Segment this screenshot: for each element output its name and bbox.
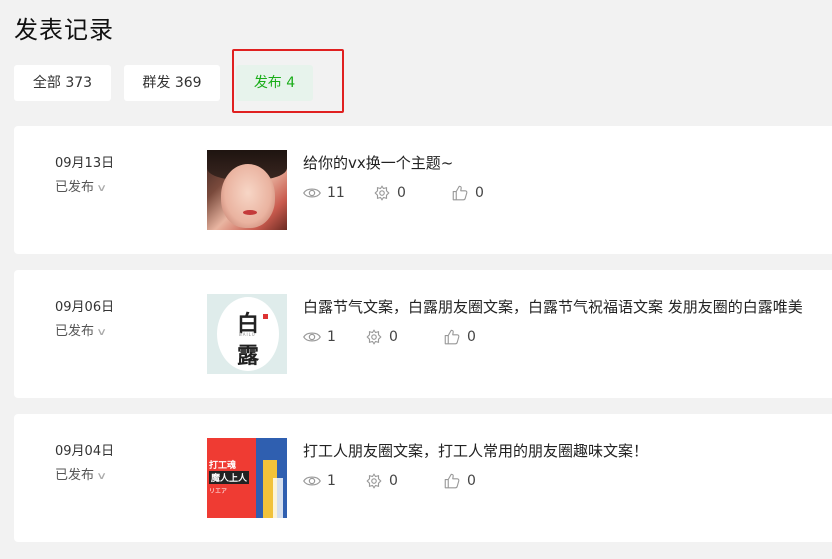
article-thumbnail[interactable]: 打工魂 魔人上人 リエア bbox=[207, 438, 287, 518]
record-card: 09月04日 已发布 ∨ 打工魂 魔人上人 リエア 打工人朋友圈文案，打工人常用的… bbox=[14, 414, 832, 542]
eye-icon bbox=[303, 476, 321, 486]
shares-stat: 0 bbox=[365, 472, 398, 490]
article-thumbnail[interactable]: 白 BAILU 露 bbox=[207, 294, 287, 374]
cover-text-1: 打工魂 bbox=[209, 461, 237, 471]
face-shape bbox=[221, 164, 275, 228]
article-title[interactable]: 给你的vx换一个主题~ bbox=[303, 152, 453, 173]
likes-stat: 0 bbox=[443, 472, 476, 490]
tab-all[interactable]: 全部 373 bbox=[14, 65, 111, 101]
share-gear-icon bbox=[366, 329, 382, 345]
record-date: 09月04日 bbox=[55, 444, 115, 459]
record-date: 09月13日 bbox=[55, 156, 115, 171]
tab-publish[interactable]: 发布 4 bbox=[236, 65, 313, 101]
views-stat: 1 bbox=[303, 328, 336, 346]
shares-stat: 0 bbox=[373, 184, 406, 202]
status-label: 已发布 bbox=[55, 180, 95, 195]
cover-char-2: 露 bbox=[237, 343, 260, 369]
likes-count: 0 bbox=[467, 329, 476, 345]
thumbs-up-icon bbox=[452, 185, 468, 201]
chevron-down-icon: ∨ bbox=[96, 471, 108, 482]
status-dropdown[interactable]: 已发布 ∨ bbox=[55, 464, 108, 483]
article-title[interactable]: 白露节气文案，白露朋友圈文案，白露节气祝福语文案 发朋友圈的白露唯美 bbox=[303, 296, 803, 317]
status-label: 已发布 bbox=[55, 468, 95, 483]
building-shape bbox=[273, 478, 283, 518]
lips-shape bbox=[243, 210, 257, 215]
cover-en-text: BAILU bbox=[239, 332, 256, 337]
seal-mark bbox=[263, 314, 268, 319]
status-label: 已发布 bbox=[55, 324, 95, 339]
page-title: 发表记录 bbox=[14, 16, 114, 44]
thumbs-up-icon bbox=[444, 329, 460, 345]
share-gear-icon bbox=[366, 473, 382, 489]
cover-text-3: リエア bbox=[209, 488, 228, 495]
chevron-down-icon: ∨ bbox=[96, 327, 108, 338]
thumbs-up-icon bbox=[444, 473, 460, 489]
record-card: 09月06日 已发布 ∨ 白 BAILU 露 白露节气文案，白露朋友圈文案，白露节… bbox=[14, 270, 832, 398]
article-thumbnail[interactable] bbox=[207, 150, 287, 230]
views-count: 1 bbox=[327, 473, 336, 489]
record-card: 09月13日 已发布 ∨ 给你的vx换一个主题~ 11 0 0 bbox=[14, 126, 832, 254]
views-count: 1 bbox=[327, 329, 336, 345]
likes-stat: 0 bbox=[451, 184, 484, 202]
views-stat: 11 bbox=[303, 184, 345, 202]
shares-stat: 0 bbox=[365, 328, 398, 346]
likes-count: 0 bbox=[467, 473, 476, 489]
share-gear-icon bbox=[374, 185, 390, 201]
likes-count: 0 bbox=[475, 185, 484, 201]
views-stat: 1 bbox=[303, 472, 336, 490]
shares-count: 0 bbox=[397, 185, 406, 201]
eye-icon bbox=[303, 188, 321, 198]
shares-count: 0 bbox=[389, 473, 398, 489]
chevron-down-icon: ∨ bbox=[96, 183, 108, 194]
eye-icon bbox=[303, 332, 321, 342]
status-dropdown[interactable]: 已发布 ∨ bbox=[55, 176, 108, 195]
record-date: 09月06日 bbox=[55, 300, 115, 315]
likes-stat: 0 bbox=[443, 328, 476, 346]
shares-count: 0 bbox=[389, 329, 398, 345]
cover-text-2: 魔人上人 bbox=[209, 471, 250, 484]
views-count: 11 bbox=[327, 185, 345, 201]
article-title[interactable]: 打工人朋友圈文案，打工人常用的朋友圈趣味文案！ bbox=[303, 440, 648, 461]
status-dropdown[interactable]: 已发布 ∨ bbox=[55, 320, 108, 339]
tab-group-send[interactable]: 群发 369 bbox=[124, 65, 220, 101]
